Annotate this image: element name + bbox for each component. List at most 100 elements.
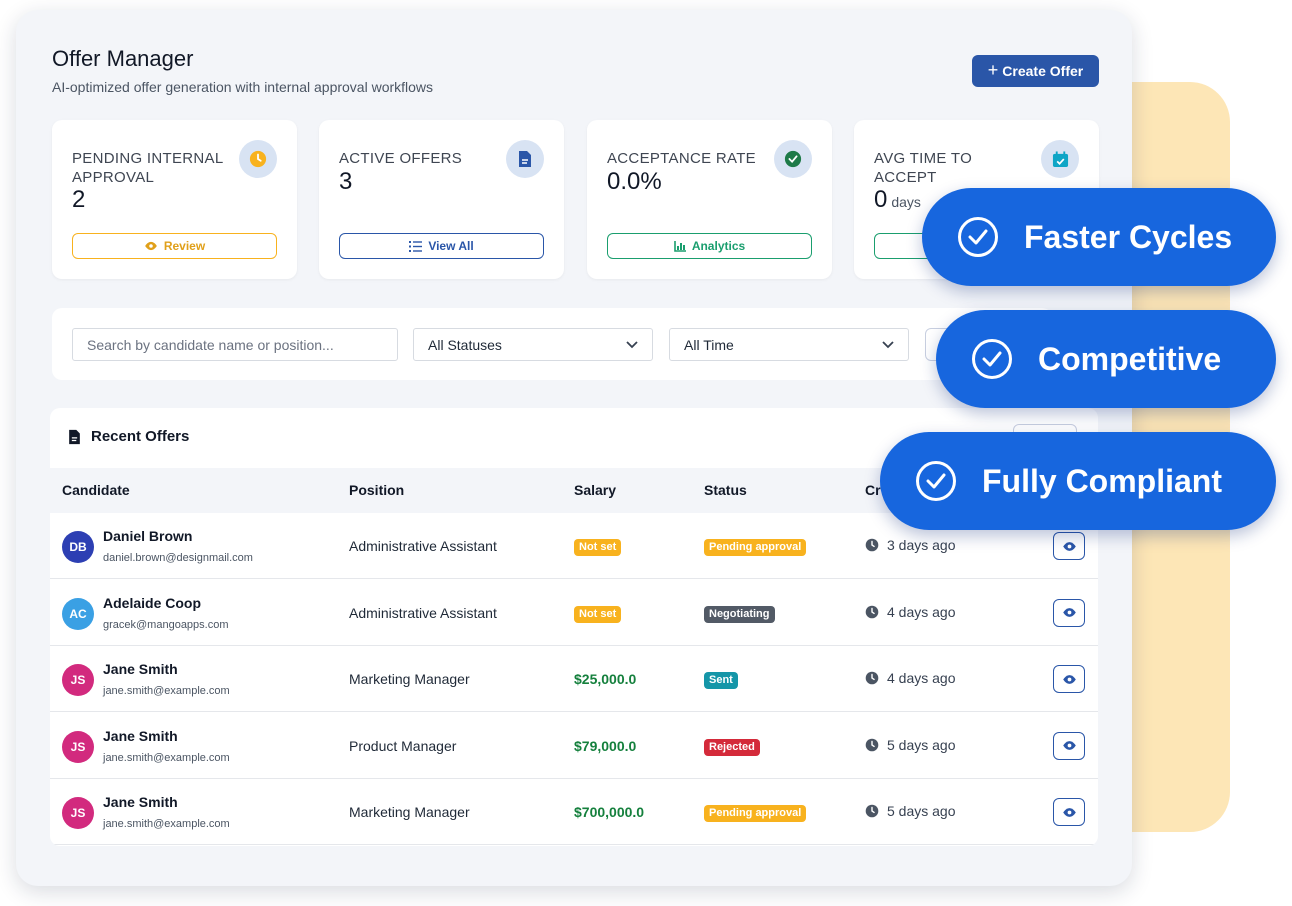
clock-icon: [865, 805, 879, 818]
candidate-name: Daniel Brown: [103, 528, 193, 544]
time-select[interactable]: All Time: [669, 328, 909, 361]
position-cell: Administrative Assistant: [349, 604, 497, 621]
clock-icon: [239, 140, 277, 178]
avatar: DB: [62, 531, 94, 563]
salary-cell: $700,000.0: [574, 804, 645, 821]
salary-badge: Not set: [574, 539, 622, 556]
page-title: Offer Manager: [52, 46, 194, 71]
table-row: JS Jane Smith jane.smith@example.com Mar…: [50, 779, 1098, 846]
stat-label: AVG TIME TO ACCEPT: [874, 150, 973, 186]
view-offer-button[interactable]: [1053, 731, 1085, 760]
avatar: JS: [62, 730, 94, 763]
stat-card-acceptance-rate: ACCEPTANCE RATE 0.0% Analytics: [587, 120, 832, 279]
table-row: JS Jane Smith jane.smith@example.com Mar…: [50, 646, 1098, 713]
calendar-check-icon: [1041, 140, 1079, 178]
salary-cell: $79,000.0: [574, 737, 637, 754]
status-badge: Rejected: [704, 738, 760, 756]
view-offer-button[interactable]: [1053, 532, 1085, 560]
analytics-button[interactable]: Analytics: [607, 233, 812, 259]
eye-icon: [144, 241, 157, 251]
stat-label: ACCEPTANCE RATE: [607, 150, 756, 167]
document-icon: [69, 429, 80, 444]
badge-fully-compliant: Fully Compliant: [880, 432, 1276, 530]
avatar: JS: [62, 797, 94, 830]
column-salary: Salary: [574, 482, 617, 498]
candidate-email: jane.smith@example.com: [103, 818, 230, 831]
avatar: JS: [62, 664, 94, 697]
created-cell: 5 days ago: [865, 803, 956, 819]
search-input[interactable]: [72, 328, 398, 361]
check-icon: [958, 217, 998, 257]
created-cell: 5 days ago: [865, 737, 956, 753]
stat-label: PENDING INTERNAL APPROVAL: [72, 150, 223, 186]
table-row: JS Jane Smith jane.smith@example.com Pro…: [50, 713, 1098, 779]
recent-offers-header: Recent Offers: [68, 428, 189, 445]
badge-faster-cycles: Faster Cycles: [922, 188, 1276, 286]
check-circle-icon: [774, 140, 812, 178]
eye-icon: [1062, 541, 1076, 551]
stat-label: ACTIVE OFFERS: [339, 150, 463, 167]
stat-card-pending-approval: PENDING INTERNAL APPROVAL 2 Review: [52, 120, 297, 279]
create-offer-button[interactable]: + Create Offer: [972, 55, 1099, 87]
candidate-email: gracek@mangoapps.com: [103, 618, 229, 631]
salary-badge: Not set: [574, 605, 622, 623]
clock-icon: [865, 671, 879, 685]
view-all-button[interactable]: View All: [339, 233, 544, 259]
chevron-down-icon: [882, 340, 894, 348]
created-cell: 3 days ago: [865, 537, 956, 553]
position-cell: Administrative Assistant: [349, 538, 497, 554]
list-icon: [409, 240, 423, 252]
clock-icon: [865, 538, 879, 552]
status-badge: Sent: [704, 672, 738, 690]
created-cell: 4 days ago: [865, 604, 956, 620]
candidate-email: daniel.brown@designmail.com: [103, 552, 253, 564]
created-cell: 4 days ago: [865, 670, 956, 686]
candidate-name: Jane Smith: [103, 727, 178, 744]
eye-icon: [1062, 808, 1076, 817]
status-badge: Pending approval: [704, 539, 807, 556]
chart-icon: [674, 240, 686, 252]
page-subtitle: AI-optimized offer generation with inter…: [52, 79, 434, 95]
candidate-name: Adelaide Coop: [103, 594, 202, 611]
check-icon: [972, 339, 1012, 379]
stat-value: 0.0%: [607, 168, 662, 195]
candidate-email: jane.smith@example.com: [103, 685, 230, 698]
column-candidate: Candidate: [62, 482, 130, 498]
column-created: Cr: [865, 482, 881, 498]
stat-value: 2: [72, 186, 86, 213]
view-offer-button[interactable]: [1053, 798, 1085, 827]
plus-icon: +: [987, 60, 999, 80]
candidate-email: jane.smith@example.com: [103, 751, 230, 764]
stat-value: 0 days: [874, 186, 921, 213]
stat-card-active-offers: ACTIVE OFFERS 3 View All: [319, 120, 564, 279]
stage: Offer Manager AI-optimized offer generat…: [0, 0, 1292, 906]
check-icon: [916, 461, 956, 501]
table-row: AC Adelaide Coop gracek@mangoapps.com Ad…: [50, 580, 1098, 646]
candidate-name: Jane Smith: [103, 661, 178, 678]
status-badge: Pending approval: [704, 805, 807, 823]
eye-icon: [1062, 674, 1076, 684]
candidate-name: Jane Smith: [103, 794, 178, 811]
filter-bar: All Statuses All Time: [52, 308, 1052, 380]
document-icon: [506, 140, 544, 178]
clock-icon: [865, 605, 879, 618]
create-offer-label: Create Offer: [1002, 63, 1084, 79]
status-badge: Negotiating: [704, 605, 775, 623]
column-status: Status: [704, 482, 747, 498]
column-position: Position: [349, 482, 405, 498]
chevron-down-icon: [626, 340, 638, 348]
view-offer-button[interactable]: [1053, 598, 1085, 627]
stat-value: 3: [339, 168, 353, 195]
status-select[interactable]: All Statuses: [413, 328, 653, 361]
salary-cell: $25,000.0: [574, 671, 637, 688]
position-cell: Marketing Manager: [349, 671, 470, 688]
clock-icon: [865, 738, 879, 752]
badge-competitive: Competitive: [936, 310, 1276, 408]
avatar: AC: [62, 597, 94, 630]
eye-icon: [1062, 608, 1076, 617]
position-cell: Marketing Manager: [349, 804, 470, 821]
position-cell: Product Manager: [349, 737, 457, 754]
eye-icon: [1062, 741, 1076, 751]
review-button[interactable]: Review: [72, 233, 277, 259]
view-offer-button[interactable]: [1053, 665, 1085, 694]
